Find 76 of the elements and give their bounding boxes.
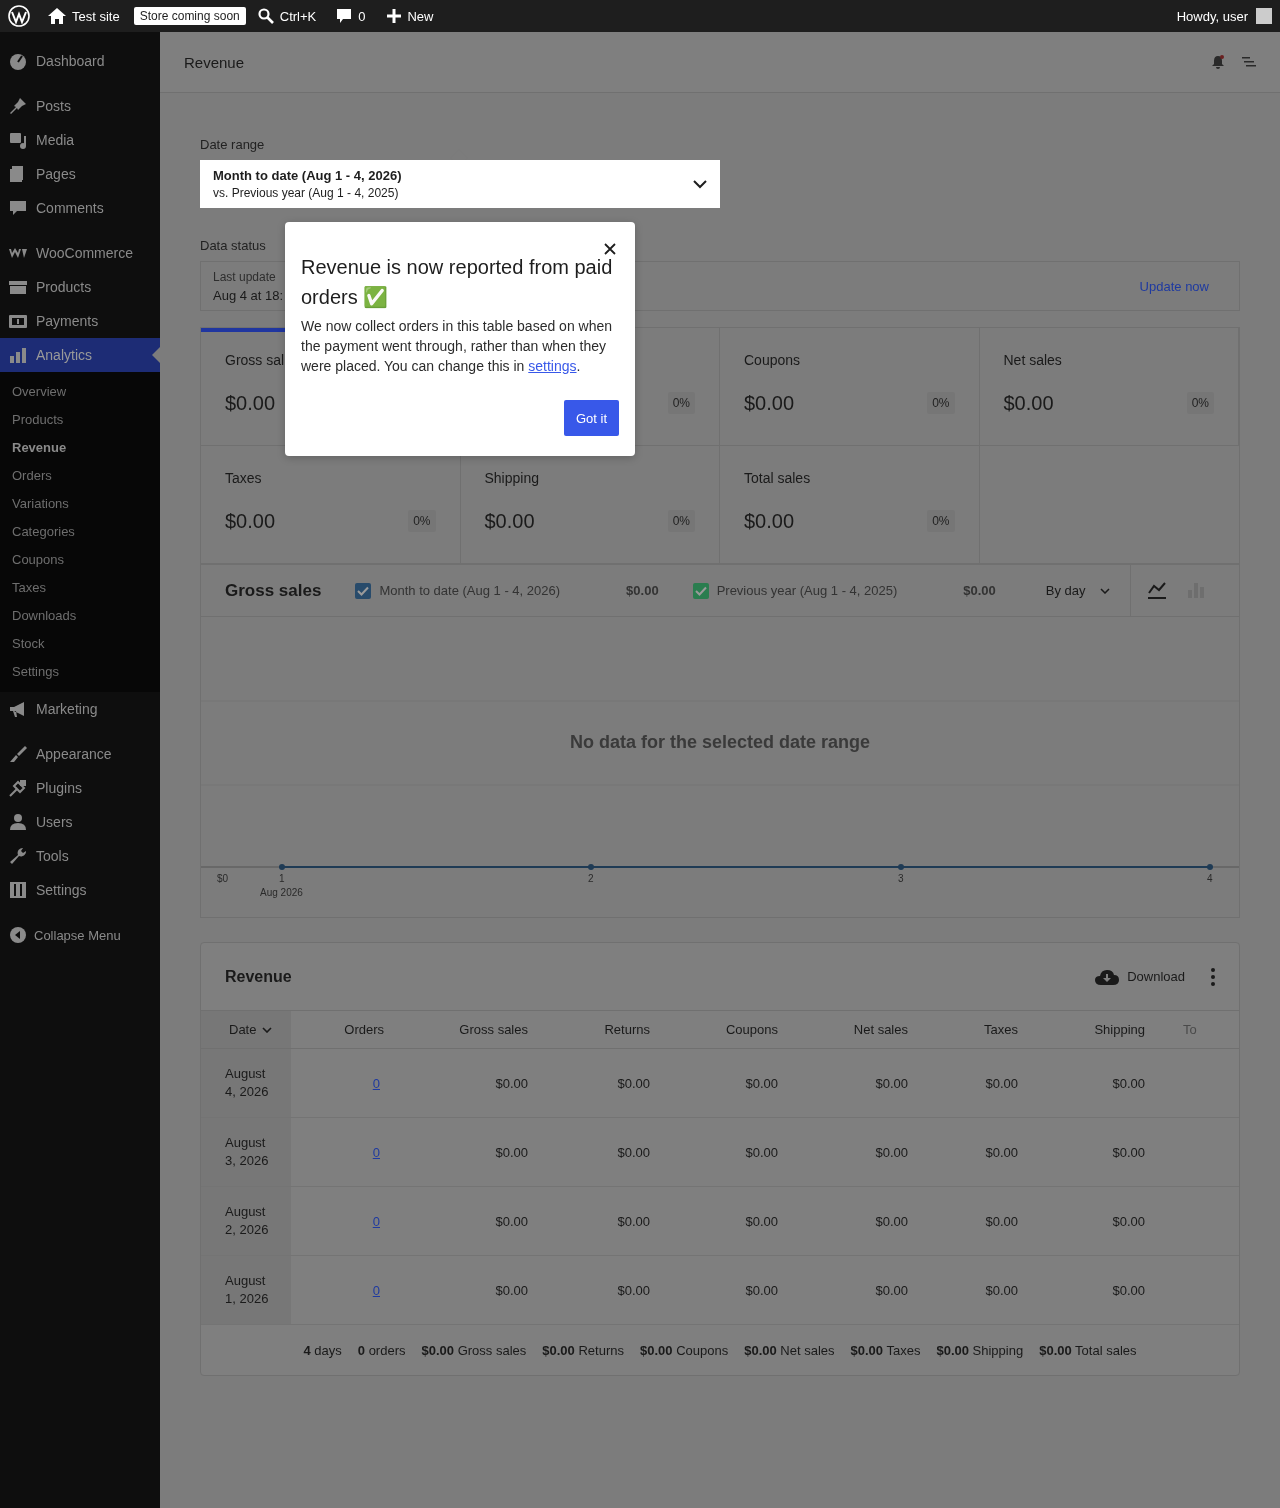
table-cell: $0.00 xyxy=(908,1049,1018,1118)
table-cell: August 2, 2026 xyxy=(201,1187,291,1256)
table-cell: $0.00 xyxy=(528,1118,650,1187)
x-axis-label: Aug 2026 xyxy=(260,887,303,898)
status-time: Aug 4 at 18: xyxy=(213,287,284,303)
page-title: Revenue xyxy=(184,53,246,71)
legend-total: $0.00 xyxy=(626,583,659,598)
chart-title: Gross sales xyxy=(225,580,322,601)
x-axis-label: 1 xyxy=(279,873,285,884)
stat-value: $0.00 xyxy=(744,509,795,533)
stat-label: Coupons xyxy=(744,352,801,368)
table-cell: $0.00 xyxy=(650,1049,778,1118)
summary-item: $0.00 Total sales xyxy=(1039,1342,1137,1358)
table-cell: $0.00 xyxy=(908,1256,1018,1325)
summary-item: 4 days xyxy=(303,1342,342,1358)
legend-label: Previous year (Aug 1 - 4, 2025) xyxy=(716,583,898,598)
dialog-text: We now collect orders in this table based on when the payment went through, rather than when they were placed. You can change this in settings. xyxy=(301,317,614,376)
table-cell: $0.00 xyxy=(528,1049,650,1118)
table-cell: $0.00 xyxy=(650,1118,778,1187)
summary-item: $0.00 Gross sales xyxy=(421,1342,527,1358)
table-cell: $0.00 xyxy=(778,1049,908,1118)
dialog-title: Revenue is now reported from paid orders ✅ xyxy=(301,255,614,310)
table-cell: $0.00 xyxy=(384,1187,528,1256)
x-axis-label: 2 xyxy=(588,873,594,884)
summary-item: $0.00 Returns xyxy=(542,1342,624,1358)
stat-label: Total sales xyxy=(744,470,811,486)
store-status-badge: Store coming soon xyxy=(133,7,246,25)
table-cell: $0.00 xyxy=(778,1256,908,1325)
table-cell: $0.00 xyxy=(1018,1049,1145,1118)
summary-item: $0.00 Taxes xyxy=(850,1342,921,1358)
table-cell: $0.00 xyxy=(528,1256,650,1325)
field-label: Data status xyxy=(200,238,266,253)
table-cell: August 4, 2026 xyxy=(201,1049,291,1118)
legend-total: $0.00 xyxy=(963,583,996,598)
stat-label: Gross sal xyxy=(225,352,285,368)
table-cell: $0.00 xyxy=(650,1256,778,1325)
y-axis-label: $0 xyxy=(217,873,229,884)
stat-value: $0.00 xyxy=(225,391,276,415)
legend-label: Month to date (Aug 1 - 4, 2026) xyxy=(379,583,561,598)
table-cell: $0.00 xyxy=(1018,1118,1145,1187)
stat-value: $0.00 xyxy=(225,509,276,533)
table-cell: $0.00 xyxy=(1018,1187,1145,1256)
summary-item: $0.00 Net sales xyxy=(744,1342,835,1358)
change-badge: 0% xyxy=(667,510,695,532)
change-badge: 0% xyxy=(667,392,695,414)
summary-item: $0.00 Coupons xyxy=(639,1342,729,1358)
change-badge: 0% xyxy=(927,392,955,414)
change-badge: 0% xyxy=(1186,392,1214,414)
table-cell: August 3, 2026 xyxy=(201,1118,291,1187)
table-cell: $0.00 xyxy=(778,1118,908,1187)
empty-chart-message: No data for the selected date range xyxy=(568,732,872,753)
x-axis-label: 3 xyxy=(898,873,904,884)
table-cell: $0.00 xyxy=(384,1049,528,1118)
field-label: Date range xyxy=(200,137,265,152)
stat-label: Net sales xyxy=(1003,352,1062,368)
table-title: Revenue xyxy=(225,967,293,986)
status-label: Last update xyxy=(213,269,277,284)
table-cell: $0.00 xyxy=(650,1187,778,1256)
x-axis-label: 4 xyxy=(1207,873,1213,884)
table-cell: $0.00 xyxy=(384,1118,528,1187)
summary-item: 0 orders xyxy=(357,1342,406,1358)
change-badge: 0% xyxy=(927,510,955,532)
stat-value: $0.00 xyxy=(1003,391,1054,415)
stat-label: Shipping xyxy=(484,470,539,486)
table-cell: $0.00 xyxy=(528,1187,650,1256)
table-cell: August 1, 2026 xyxy=(201,1256,291,1325)
stat-value: $0.00 xyxy=(484,509,535,533)
table-cell: $0.00 xyxy=(1018,1256,1145,1325)
table-cell: $0.00 xyxy=(908,1118,1018,1187)
table-cell: $0.00 xyxy=(778,1187,908,1256)
stat-label: Taxes xyxy=(225,470,262,486)
table-cell: $0.00 xyxy=(908,1187,1018,1256)
change-badge: 0% xyxy=(408,510,436,532)
stat-value: $0.00 xyxy=(744,391,795,415)
table-cell: $0.00 xyxy=(384,1256,528,1325)
summary-item: $0.00 Shipping xyxy=(936,1342,1024,1358)
